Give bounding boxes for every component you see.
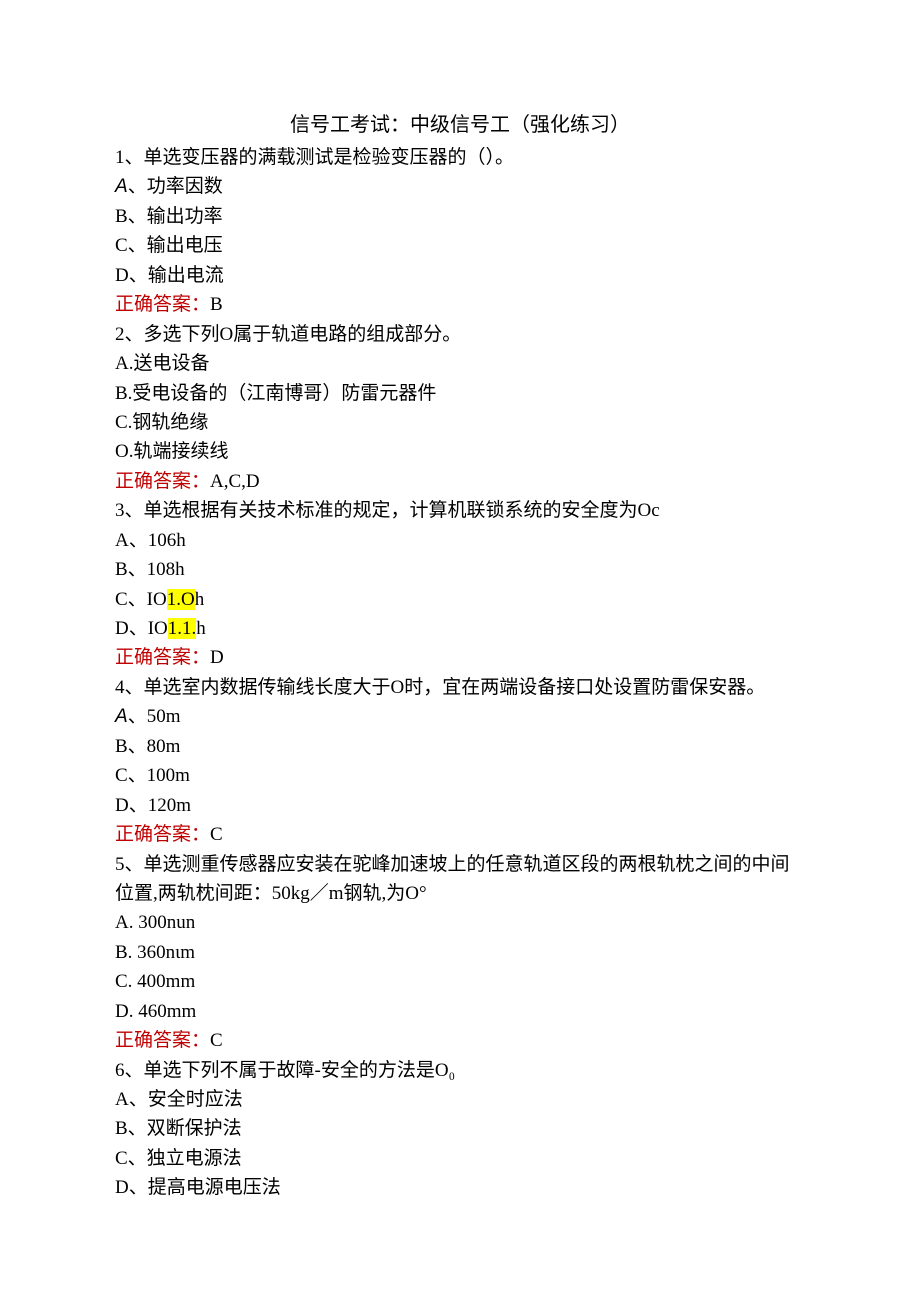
q5-stem: 5、单选测重传感器应安装在驼峰加速坡上的任意轨道区段的两根轨枕之间的中间位置,两… xyxy=(115,850,805,909)
q3-option-a: A、106h xyxy=(115,526,805,555)
q1-a-prefix: A xyxy=(115,176,128,197)
q3-option-c: C、IO1.Oh xyxy=(115,585,805,614)
q2-stem: 2、多选下列O属于轨道电路的组成部分。 xyxy=(115,320,805,349)
page-title: 信号工考试：中级信号工（强化练习） xyxy=(115,110,805,141)
q4-answer: 正确答案：C xyxy=(115,820,805,849)
answer-label: 正确答案： xyxy=(115,824,210,845)
q5-option-a: A. 300nun xyxy=(115,908,805,937)
q4-option-d: D、120m xyxy=(115,791,805,820)
q1-option-a: A、功率因数 xyxy=(115,172,805,201)
q5-option-d: D. 460mm xyxy=(115,997,805,1026)
answer-label: 正确答案： xyxy=(115,294,210,315)
q1-option-d: D、输出电流 xyxy=(115,261,805,290)
q6-option-c: C、独立电源法 xyxy=(115,1144,805,1173)
q3-option-d: D、IO1.1.h xyxy=(115,614,805,643)
q6-option-b: B、双断保护法 xyxy=(115,1114,805,1143)
q5-option-c: C. 400mm xyxy=(115,967,805,996)
q6-option-d: D、提高电源电压法 xyxy=(115,1173,805,1202)
q1-option-b: B、输出功率 xyxy=(115,202,805,231)
q2-answer-value: A,C,D xyxy=(210,471,260,492)
answer-label: 正确答案： xyxy=(115,647,210,668)
answer-label: 正确答案： xyxy=(115,471,210,492)
q6-stem: 6、单选下列不属于故障-安全的方法是O₀ xyxy=(115,1056,805,1085)
q3-c-post: h xyxy=(195,589,205,610)
q1-answer: 正确答案：B xyxy=(115,290,805,319)
q3-c-pre: C、IO xyxy=(115,589,167,610)
q4-option-a: A、50m xyxy=(115,702,805,731)
q5-answer-value: C xyxy=(210,1030,223,1051)
q3-option-b: B、108h xyxy=(115,555,805,584)
q2-option-c: C.钢轨绝缘 xyxy=(115,408,805,437)
q2-answer: 正确答案：A,C,D xyxy=(115,467,805,496)
q5-answer: 正确答案：C xyxy=(115,1026,805,1055)
q4-option-b: B、80m xyxy=(115,732,805,761)
q3-answer: 正确答案：D xyxy=(115,643,805,672)
q1-option-c: C、输出电压 xyxy=(115,231,805,260)
answer-label: 正确答案： xyxy=(115,1030,210,1051)
q6-option-a: A、安全时应法 xyxy=(115,1085,805,1114)
q3-answer-value: D xyxy=(210,647,224,668)
q1-stem: 1、单选变压器的满载测试是检验变压器的（）。 xyxy=(115,143,805,172)
q4-answer-value: C xyxy=(210,824,223,845)
q4-a-prefix: A xyxy=(115,706,128,727)
q3-d-highlight: 1.1. xyxy=(168,618,197,639)
q2-option-b: B.受电设备的（江南博哥）防雷元器件 xyxy=(115,379,805,408)
q1-answer-value: B xyxy=(210,294,223,315)
q3-d-post: h xyxy=(196,618,206,639)
q3-stem: 3、单选根据有关技术标准的规定，计算机联锁系统的安全度为Oc xyxy=(115,496,805,525)
q2-option-d: O.轨端接续线 xyxy=(115,437,805,466)
q4-a-rest: 、50m xyxy=(128,706,181,727)
q2-option-a: A.送电设备 xyxy=(115,349,805,378)
q5-option-b: B. 360nιm xyxy=(115,938,805,967)
q1-a-rest: 、功率因数 xyxy=(128,176,223,197)
q3-d-pre: D、IO xyxy=(115,618,168,639)
q4-option-c: C、100m xyxy=(115,761,805,790)
q4-stem: 4、单选室内数据传输线长度大于O时，宜在两端设备接口处设置防雷保安器。 xyxy=(115,673,805,702)
q3-c-highlight: 1.O xyxy=(167,589,195,610)
